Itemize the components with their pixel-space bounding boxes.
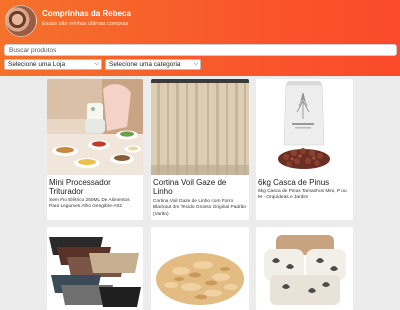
store-select-value: Selecione uma Loja <box>8 61 66 68</box>
product-name: 6kg Casca de Pinus <box>258 178 330 187</box>
product-image-pillows <box>256 227 353 310</box>
product-card[interactable]: Mini Processador Triturador Sem Fio Elét… <box>47 79 143 220</box>
store-select[interactable]: Selecione uma Loja ⌵ <box>4 59 102 70</box>
product-card[interactable] <box>151 227 249 310</box>
chevron-down-icon: ⌵ <box>193 61 198 67</box>
header: Comprinhas da Rebeca Essas são minhas úl… <box>0 0 400 76</box>
product-image-wood-shavings <box>151 227 249 310</box>
product-card[interactable]: Cortina Voil Gaze de Linho Cortina Voil … <box>151 79 249 220</box>
search-input[interactable] <box>4 44 397 56</box>
store-subtitle: Essas são minhas últimas compras <box>42 21 129 27</box>
avatar[interactable] <box>5 5 37 37</box>
product-card[interactable] <box>47 227 143 310</box>
product-description: Cortina Voil Gaze de Linho com Forro Bla… <box>153 199 246 217</box>
product-image-food-processor <box>47 79 143 175</box>
product-description: Sem Fio Elétrico 250ML De Alimentos Para… <box>49 198 130 210</box>
product-image-pine-bark <box>256 79 353 175</box>
product-card[interactable]: 6kg Casca de Pinus 6kg Casca de Pinus Ta… <box>256 79 353 220</box>
category-select-value: Selecione uma categoria <box>109 61 181 68</box>
chevron-down-icon: ⌵ <box>94 61 99 67</box>
product-name: Mini Processador Triturador <box>49 178 111 196</box>
product-name: Cortina Voil Gaze de Linho <box>153 178 227 196</box>
product-image-curtain <box>151 79 249 175</box>
product-image-planters <box>47 227 143 310</box>
product-description: 6kg Casca de Pinus Tamanhos Mini, P ou M… <box>258 189 347 201</box>
category-select[interactable]: Selecione uma categoria ⌵ <box>105 59 201 70</box>
product-card[interactable] <box>256 227 353 310</box>
store-title: Comprinhas da Rebeca <box>42 9 131 18</box>
